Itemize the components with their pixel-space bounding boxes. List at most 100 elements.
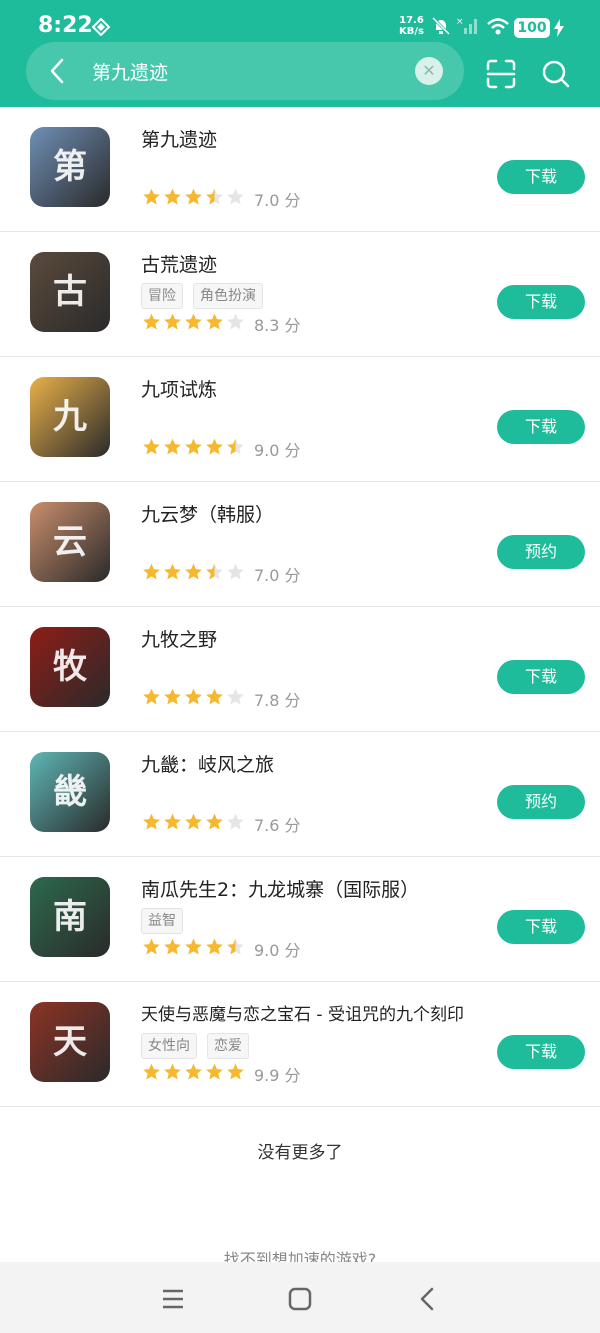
- tag: 女性向: [141, 1033, 197, 1059]
- download-button[interactable]: 下载: [497, 285, 585, 319]
- star-icon: [227, 563, 244, 580]
- tag-list: 益智: [141, 908, 193, 934]
- tag-list: 女性向 恋爱: [141, 1033, 259, 1059]
- result-item[interactable]: 南 南瓜先生2：九龙城寨（国际服） 益智 9.0 分 下载: [0, 857, 600, 982]
- star-icon: [164, 563, 181, 580]
- system-back-button[interactable]: [413, 1284, 443, 1314]
- game-name[interactable]: 南瓜先生2：九龙城寨（国际服）: [141, 875, 419, 902]
- reserve-button[interactable]: 预约: [497, 785, 585, 819]
- star-icon: [206, 938, 223, 955]
- result-item[interactable]: 九 九项试炼 9.0 分 下载: [0, 357, 600, 482]
- download-button[interactable]: 下载: [497, 910, 585, 944]
- result-item[interactable]: 云 九云梦（韩服） 7.0 分 预约: [0, 482, 600, 607]
- search-icon: [542, 60, 570, 88]
- star-icon: [185, 563, 202, 580]
- tag-list: 冒险 角色扮演: [141, 283, 273, 309]
- svg-text:×: ×: [456, 17, 464, 27]
- result-item[interactable]: 天 天使与恶魔与恋之宝石 - 受诅咒的九个刻印 女性向 恋爱 9.9 分 下载: [0, 982, 600, 1107]
- game-name[interactable]: 九畿：岐风之旅: [141, 750, 274, 777]
- star-icon: [164, 188, 181, 205]
- rating: 7.0 分: [141, 187, 301, 211]
- wifi-icon: [486, 16, 510, 40]
- rating-score: 9.0 分: [254, 941, 301, 960]
- rating-score: 9.0 分: [254, 441, 301, 460]
- back-button[interactable]: [44, 56, 74, 86]
- download-button[interactable]: 下载: [497, 1035, 585, 1069]
- network-speed: 17.6 KB/s: [399, 15, 424, 37]
- game-icon[interactable]: 古: [30, 252, 110, 332]
- rating: 7.6 分: [141, 812, 301, 836]
- rating: 7.0 分: [141, 562, 301, 586]
- game-icon[interactable]: 第: [30, 127, 110, 207]
- rating-score: 7.0 分: [254, 566, 301, 585]
- game-icon[interactable]: 畿: [30, 752, 110, 832]
- star-icon: [227, 438, 244, 455]
- game-icon[interactable]: 云: [30, 502, 110, 582]
- star-icon: [164, 438, 181, 455]
- star-icon: [143, 1063, 160, 1080]
- charging-bolt-icon: [554, 19, 564, 41]
- star-rating: [141, 312, 246, 336]
- result-item[interactable]: 畿 九畿：岐风之旅 7.6 分 预约: [0, 732, 600, 857]
- status-bar: 8:22 17.6 KB/s × 100: [0, 0, 600, 40]
- game-name[interactable]: 天使与恶魔与恋之宝石 - 受诅咒的九个刻印: [141, 1000, 464, 1025]
- star-icon: [206, 813, 223, 830]
- star-icon: [164, 688, 181, 705]
- game-name[interactable]: 古荒遗迹: [141, 250, 217, 277]
- game-icon[interactable]: 牧: [30, 627, 110, 707]
- game-name[interactable]: 九云梦（韩服）: [141, 500, 274, 527]
- game-name[interactable]: 第九遗迹: [141, 125, 217, 152]
- game-icon[interactable]: 九: [30, 377, 110, 457]
- star-icon: [143, 813, 160, 830]
- star-icon: [185, 313, 202, 330]
- rating-score: 8.3 分: [254, 316, 301, 335]
- star-rating: [141, 937, 246, 961]
- star-icon: [227, 1063, 244, 1080]
- clear-search-button[interactable]: ✕: [415, 57, 443, 85]
- recent-apps-button[interactable]: [158, 1284, 188, 1314]
- star-icon: [185, 188, 202, 205]
- scan-button[interactable]: [485, 58, 517, 90]
- star-icon: [206, 188, 223, 205]
- star-icon: [206, 438, 223, 455]
- result-item[interactable]: 第 第九遗迹 7.0 分 下载: [0, 107, 600, 232]
- search-button[interactable]: [540, 58, 572, 90]
- game-icon-glyph: 牧: [53, 647, 87, 687]
- star-rating: [141, 562, 246, 586]
- rating: 8.3 分: [141, 312, 301, 336]
- game-name[interactable]: 九项试炼: [141, 375, 217, 402]
- result-item[interactable]: 古 古荒遗迹 冒险 角色扮演 8.3 分 下载: [0, 232, 600, 357]
- download-button[interactable]: 下载: [497, 410, 585, 444]
- download-button[interactable]: 下载: [497, 160, 585, 194]
- rating: 9.0 分: [141, 937, 301, 961]
- star-icon: [185, 438, 202, 455]
- star-icon: [164, 938, 181, 955]
- star-icon: [227, 188, 244, 205]
- star-icon: [143, 438, 160, 455]
- rating: 9.0 分: [141, 437, 301, 461]
- mute-bell-icon: [431, 16, 451, 40]
- search-input[interactable]: [92, 56, 392, 86]
- reserve-button[interactable]: 预约: [497, 535, 585, 569]
- star-icon: [143, 938, 160, 955]
- game-icon[interactable]: 南: [30, 877, 110, 957]
- home-square-icon: [288, 1287, 312, 1311]
- star-icon: [206, 313, 223, 330]
- signal-icon: ×: [456, 16, 480, 40]
- system-nav-bar: [0, 1262, 600, 1333]
- download-button[interactable]: 下载: [497, 660, 585, 694]
- game-name[interactable]: 九牧之野: [141, 625, 217, 652]
- game-icon-glyph: 古: [53, 272, 87, 312]
- game-icon-glyph: 九: [53, 397, 87, 437]
- star-icon: [227, 688, 244, 705]
- game-icon[interactable]: 天: [30, 1002, 110, 1082]
- game-icon-glyph: 第: [53, 147, 87, 187]
- star-icon: [143, 188, 160, 205]
- tag: 冒险: [141, 283, 183, 309]
- result-item[interactable]: 牧 九牧之野 7.8 分 下载: [0, 607, 600, 732]
- top-header: 8:22 17.6 KB/s × 100 ✕: [0, 0, 600, 107]
- rating-score: 7.6 分: [254, 816, 301, 835]
- star-icon: [164, 1063, 181, 1080]
- tag: 角色扮演: [193, 283, 263, 309]
- home-button[interactable]: [285, 1284, 315, 1314]
